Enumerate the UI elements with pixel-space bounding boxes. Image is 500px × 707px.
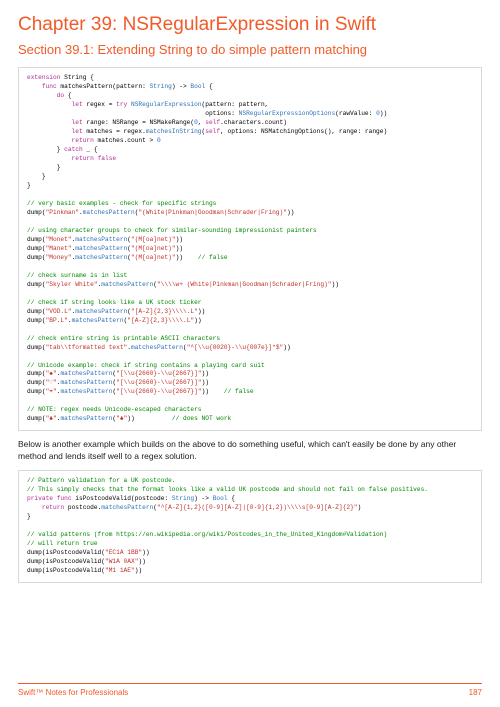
section-title: Section 39.1: Extending String to do sim…	[18, 42, 482, 57]
chapter-title: Chapter 39: NSRegularExpression in Swift	[18, 14, 482, 36]
body-text: Below is another example which builds on…	[18, 439, 482, 462]
code-block-1: extension String { func matchesPattern(p…	[18, 67, 482, 431]
code-block-2: // Pattern validation for a UK postcode.…	[18, 470, 482, 583]
footer-page-number: 187	[469, 688, 482, 697]
page-footer: Swift™ Notes for Professionals 187	[18, 683, 482, 697]
footer-book-title: Swift™ Notes for Professionals	[18, 688, 128, 697]
